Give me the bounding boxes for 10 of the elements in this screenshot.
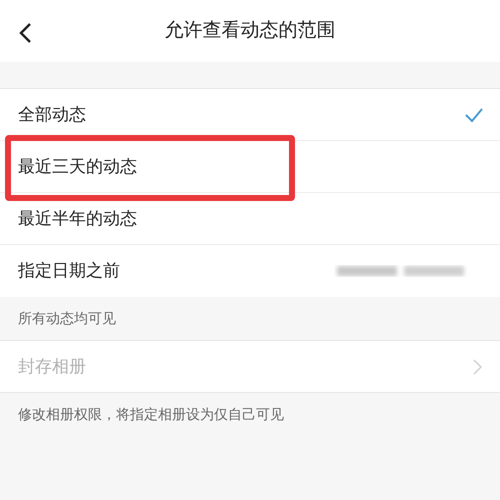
option-label: 最近半年的动态 [18, 208, 137, 230]
album-label: 封存相册 [18, 356, 86, 378]
back-icon [18, 22, 32, 44]
option-label: 指定日期之前 [18, 260, 120, 282]
page-title: 允许查看动态的范围 [164, 18, 336, 43]
option-label: 最近三天的动态 [18, 156, 137, 178]
options-note: 所有动态均可见 [18, 309, 116, 328]
album-note: 修改相册权限，将指定相册设为仅自己可见 [18, 404, 284, 424]
chevron-icon [473, 358, 482, 374]
option-label: 全部动态 [18, 104, 86, 126]
